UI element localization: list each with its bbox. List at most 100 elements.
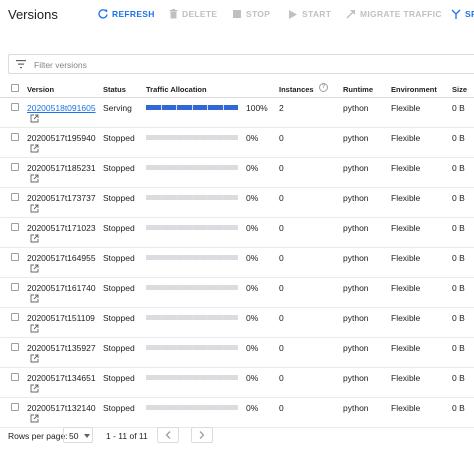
previous-page-button[interactable] (157, 427, 179, 443)
table-row[interactable]: 20200517t185231 Stopped 0% 0 python Flexible 0… (0, 158, 474, 188)
split-traffic-button[interactable]: SPI (451, 9, 474, 19)
refresh-button[interactable]: REFRESH (98, 9, 155, 19)
version-link[interactable]: 20200517t132140 (27, 403, 96, 413)
row-checkbox[interactable] (11, 223, 19, 231)
row-checkbox[interactable] (11, 373, 19, 381)
external-link-icon[interactable] (30, 114, 39, 123)
external-link-icon[interactable] (30, 234, 39, 243)
row-checkbox[interactable] (11, 103, 19, 111)
runtime-cell: python (343, 163, 369, 173)
status-cell: Stopped (103, 253, 135, 263)
traffic-allocation-bar (146, 255, 238, 260)
version-link[interactable]: 20200518t091605 (27, 103, 96, 113)
column-header-size[interactable]: Size (452, 85, 467, 94)
pagination-footer: Rows per page: 50 1 - 11 of 11 (0, 426, 474, 448)
traffic-percent: 0% (246, 313, 259, 323)
traffic-bar-segment (223, 225, 238, 230)
traffic-bar-segment (161, 105, 176, 110)
filter-input-placeholder[interactable]: Filter versions (34, 60, 87, 70)
status-cell: Stopped (103, 133, 135, 143)
column-header-environment[interactable]: Environment (391, 85, 437, 94)
version-link[interactable]: 20200517t173737 (27, 193, 96, 203)
filter-icon (16, 59, 26, 69)
version-link[interactable]: 20200517t151109 (27, 313, 95, 323)
refresh-icon (98, 9, 108, 19)
environment-cell: Flexible (391, 403, 421, 413)
table-row[interactable]: 20200517t173737 Stopped 0% 0 python Flexible 0… (0, 188, 474, 218)
traffic-bar-segment (223, 165, 238, 170)
row-checkbox[interactable] (11, 193, 19, 201)
table-row[interactable]: 20200517t135927 Stopped 0% 0 python Flexible 0… (0, 338, 474, 368)
row-checkbox[interactable] (11, 133, 19, 141)
delete-label: DELETE (182, 9, 218, 19)
table-header: Version Status Traffic Allocation Instan… (0, 80, 474, 98)
traffic-bar-segment (208, 315, 223, 320)
runtime-cell: python (343, 283, 369, 293)
external-link-icon[interactable] (30, 204, 39, 213)
size-cell: 0 B (452, 313, 465, 323)
version-link[interactable]: 20200517t135927 (27, 343, 96, 353)
external-link-icon[interactable] (30, 324, 39, 333)
external-link-icon[interactable] (30, 354, 39, 363)
traffic-allocation-bar (146, 225, 238, 230)
version-link[interactable]: 20200517t195940 (27, 133, 96, 143)
row-checkbox[interactable] (11, 283, 19, 291)
external-link-icon[interactable] (30, 384, 39, 393)
status-cell: Stopped (103, 403, 135, 413)
version-link[interactable]: 20200517t164955 (27, 253, 96, 263)
version-link[interactable]: 20200517t185231 (27, 163, 96, 173)
column-header-instances[interactable]: Instances (279, 85, 314, 94)
table-row[interactable]: 20200517t161740 Stopped 0% 0 python Flexible 0… (0, 278, 474, 308)
environment-cell: Flexible (391, 103, 421, 113)
table-row[interactable]: 20200517t134651 Stopped 0% 0 python Flexible 0… (0, 368, 474, 398)
environment-cell: Flexible (391, 133, 421, 143)
traffic-allocation-bar (146, 405, 238, 410)
rows-per-page-select[interactable]: 50 (63, 427, 93, 443)
row-checkbox[interactable] (11, 253, 19, 261)
traffic-bar-segment (146, 195, 161, 200)
traffic-bar-segment (223, 315, 238, 320)
row-checkbox[interactable] (11, 403, 19, 411)
size-cell: 0 B (452, 373, 465, 383)
instances-cell: 0 (279, 253, 284, 263)
traffic-bar-segment (177, 105, 192, 110)
runtime-cell: python (343, 223, 369, 233)
table-row[interactable]: 20200517t195940 Stopped 0% 0 python Flexible 0… (0, 128, 474, 158)
table-row[interactable]: 20200517t132140 Stopped 0% 0 python Flexible 0… (0, 398, 474, 428)
select-all-checkbox[interactable] (11, 84, 19, 92)
chevron-left-icon (165, 431, 171, 439)
next-page-button[interactable] (191, 427, 213, 443)
column-header-status[interactable]: Status (103, 85, 126, 94)
version-link[interactable]: 20200517t171023 (27, 223, 96, 233)
table-row[interactable]: 20200517t151109 Stopped 0% 0 python Flexible 0… (0, 308, 474, 338)
external-link-icon[interactable] (30, 294, 39, 303)
traffic-bar-segment (161, 225, 176, 230)
row-checkbox[interactable] (11, 343, 19, 351)
traffic-bar-segment (177, 405, 192, 410)
row-checkbox[interactable] (11, 163, 19, 171)
help-icon[interactable]: ? (319, 83, 328, 92)
table-row[interactable]: 20200518t091605 Serving 100% 2 python Flexibl… (0, 98, 474, 128)
table-row[interactable]: 20200517t164955 Stopped 0% 0 python Flexible 0… (0, 248, 474, 278)
external-link-icon[interactable] (30, 174, 39, 183)
column-header-runtime[interactable]: Runtime (343, 85, 373, 94)
table-row[interactable]: 20200517t171023 Stopped 0% 0 python Flexible 0… (0, 218, 474, 248)
version-link[interactable]: 20200517t134651 (27, 373, 96, 383)
external-link-icon[interactable] (30, 144, 39, 153)
traffic-bar-segment (208, 285, 223, 290)
column-header-traffic[interactable]: Traffic Allocation (146, 85, 207, 94)
migrate-traffic-button[interactable]: MIGRATE TRAFFIC (346, 9, 442, 19)
filter-bar[interactable]: Filter versions (8, 54, 474, 74)
row-checkbox[interactable] (11, 313, 19, 321)
delete-button[interactable]: DELETE (168, 9, 217, 19)
external-link-icon[interactable] (30, 414, 39, 423)
traffic-bar-segment (177, 285, 192, 290)
stop-button[interactable]: STOP (232, 9, 270, 19)
traffic-bar-segment (192, 225, 207, 230)
start-button[interactable]: START (288, 9, 331, 19)
version-link[interactable]: 20200517t161740 (27, 283, 96, 293)
traffic-bar-segment (146, 255, 161, 260)
column-header-version[interactable]: Version (27, 85, 54, 94)
rows-per-page-value: 50 (69, 431, 79, 441)
external-link-icon[interactable] (30, 264, 39, 273)
